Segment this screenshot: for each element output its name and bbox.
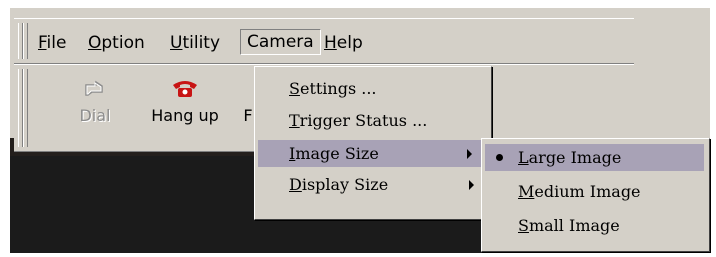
hang-up-label: Hang up — [151, 106, 219, 125]
display-size-label: isplay Size — [301, 175, 389, 194]
menu-help-label: elp — [336, 33, 363, 53]
trigger-mnemonic: T — [289, 111, 300, 130]
large-image-label: arge Image — [528, 148, 622, 167]
menu-item-display-size-text: Display Size — [289, 171, 388, 198]
menu-utility-label: tility — [182, 33, 221, 53]
submenu-arrow-icon-2 — [469, 180, 474, 190]
radio-bullet-icon — [496, 154, 503, 161]
menu-bar: File Option Utility Camera Help — [14, 18, 634, 64]
menu-camera[interactable]: Camera — [240, 29, 321, 55]
large-image-text: Large Image — [518, 144, 621, 171]
menu-item-settings-text: Settings ... — [289, 75, 377, 102]
menu-utility-mnemonic: U — [170, 33, 183, 53]
camera-dropdown-menu: Settings ... Trigger Status ... Image Si… — [254, 66, 492, 220]
menu-item-settings[interactable]: Settings ... — [255, 75, 491, 102]
small-image-text: Small Image — [518, 212, 620, 239]
menu-help[interactable]: Help — [318, 31, 369, 55]
menu-item-trigger-status[interactable]: Trigger Status ... — [255, 107, 491, 134]
submenu-item-small-image[interactable]: Small Image — [482, 212, 709, 239]
dial-button[interactable]: Dial — [70, 77, 120, 125]
submenu-arrow-icon — [467, 149, 472, 159]
settings-mnemonic: S — [289, 79, 300, 98]
menu-item-display-size[interactable]: Display Size — [255, 171, 491, 198]
menu-file-label: ile — [46, 33, 67, 53]
small-image-mnemonic: S — [518, 216, 529, 235]
menu-option-mnemonic: O — [88, 33, 102, 53]
menu-file[interactable]: File — [32, 31, 72, 55]
menu-option-label: ption — [101, 33, 145, 53]
submenu-item-medium-image[interactable]: Medium Image — [482, 178, 709, 205]
menu-option[interactable]: Option — [82, 31, 151, 55]
submenu-item-large-image[interactable]: Large Image — [485, 144, 704, 171]
display-size-mnemonic: D — [289, 175, 302, 194]
trigger-label: rigger Status ... — [299, 111, 428, 130]
medium-image-mnemonic: M — [518, 182, 535, 201]
menu-file-mnemonic: F — [38, 33, 47, 53]
menu-item-image-size-text: Image Size — [289, 140, 379, 167]
settings-label: ettings ... — [299, 79, 377, 98]
small-image-label: mall Image — [528, 216, 620, 235]
dial-label: Dial — [79, 106, 111, 125]
medium-image-text: Medium Image — [518, 178, 641, 205]
medium-image-label: edium Image — [534, 182, 641, 201]
hangup-phone-icon — [168, 77, 202, 99]
large-image-mnemonic: L — [518, 148, 529, 167]
menu-item-image-size[interactable]: Image Size — [258, 140, 486, 167]
image-size-submenu: Large Image Medium Image Small Image — [481, 138, 710, 252]
menu-help-mnemonic: H — [324, 33, 337, 53]
menu-item-trigger-text: Trigger Status ... — [289, 107, 427, 134]
menubar-grip-handle-2[interactable] — [23, 23, 28, 59]
menu-camera-label: Camera — [247, 32, 314, 52]
toolbar-grip-handle-2[interactable] — [23, 69, 28, 147]
dial-icon — [78, 77, 112, 99]
hang-up-button[interactable]: Hang up — [140, 77, 230, 125]
menu-utility[interactable]: Utility — [164, 31, 226, 55]
image-size-label: mage Size — [295, 144, 379, 163]
